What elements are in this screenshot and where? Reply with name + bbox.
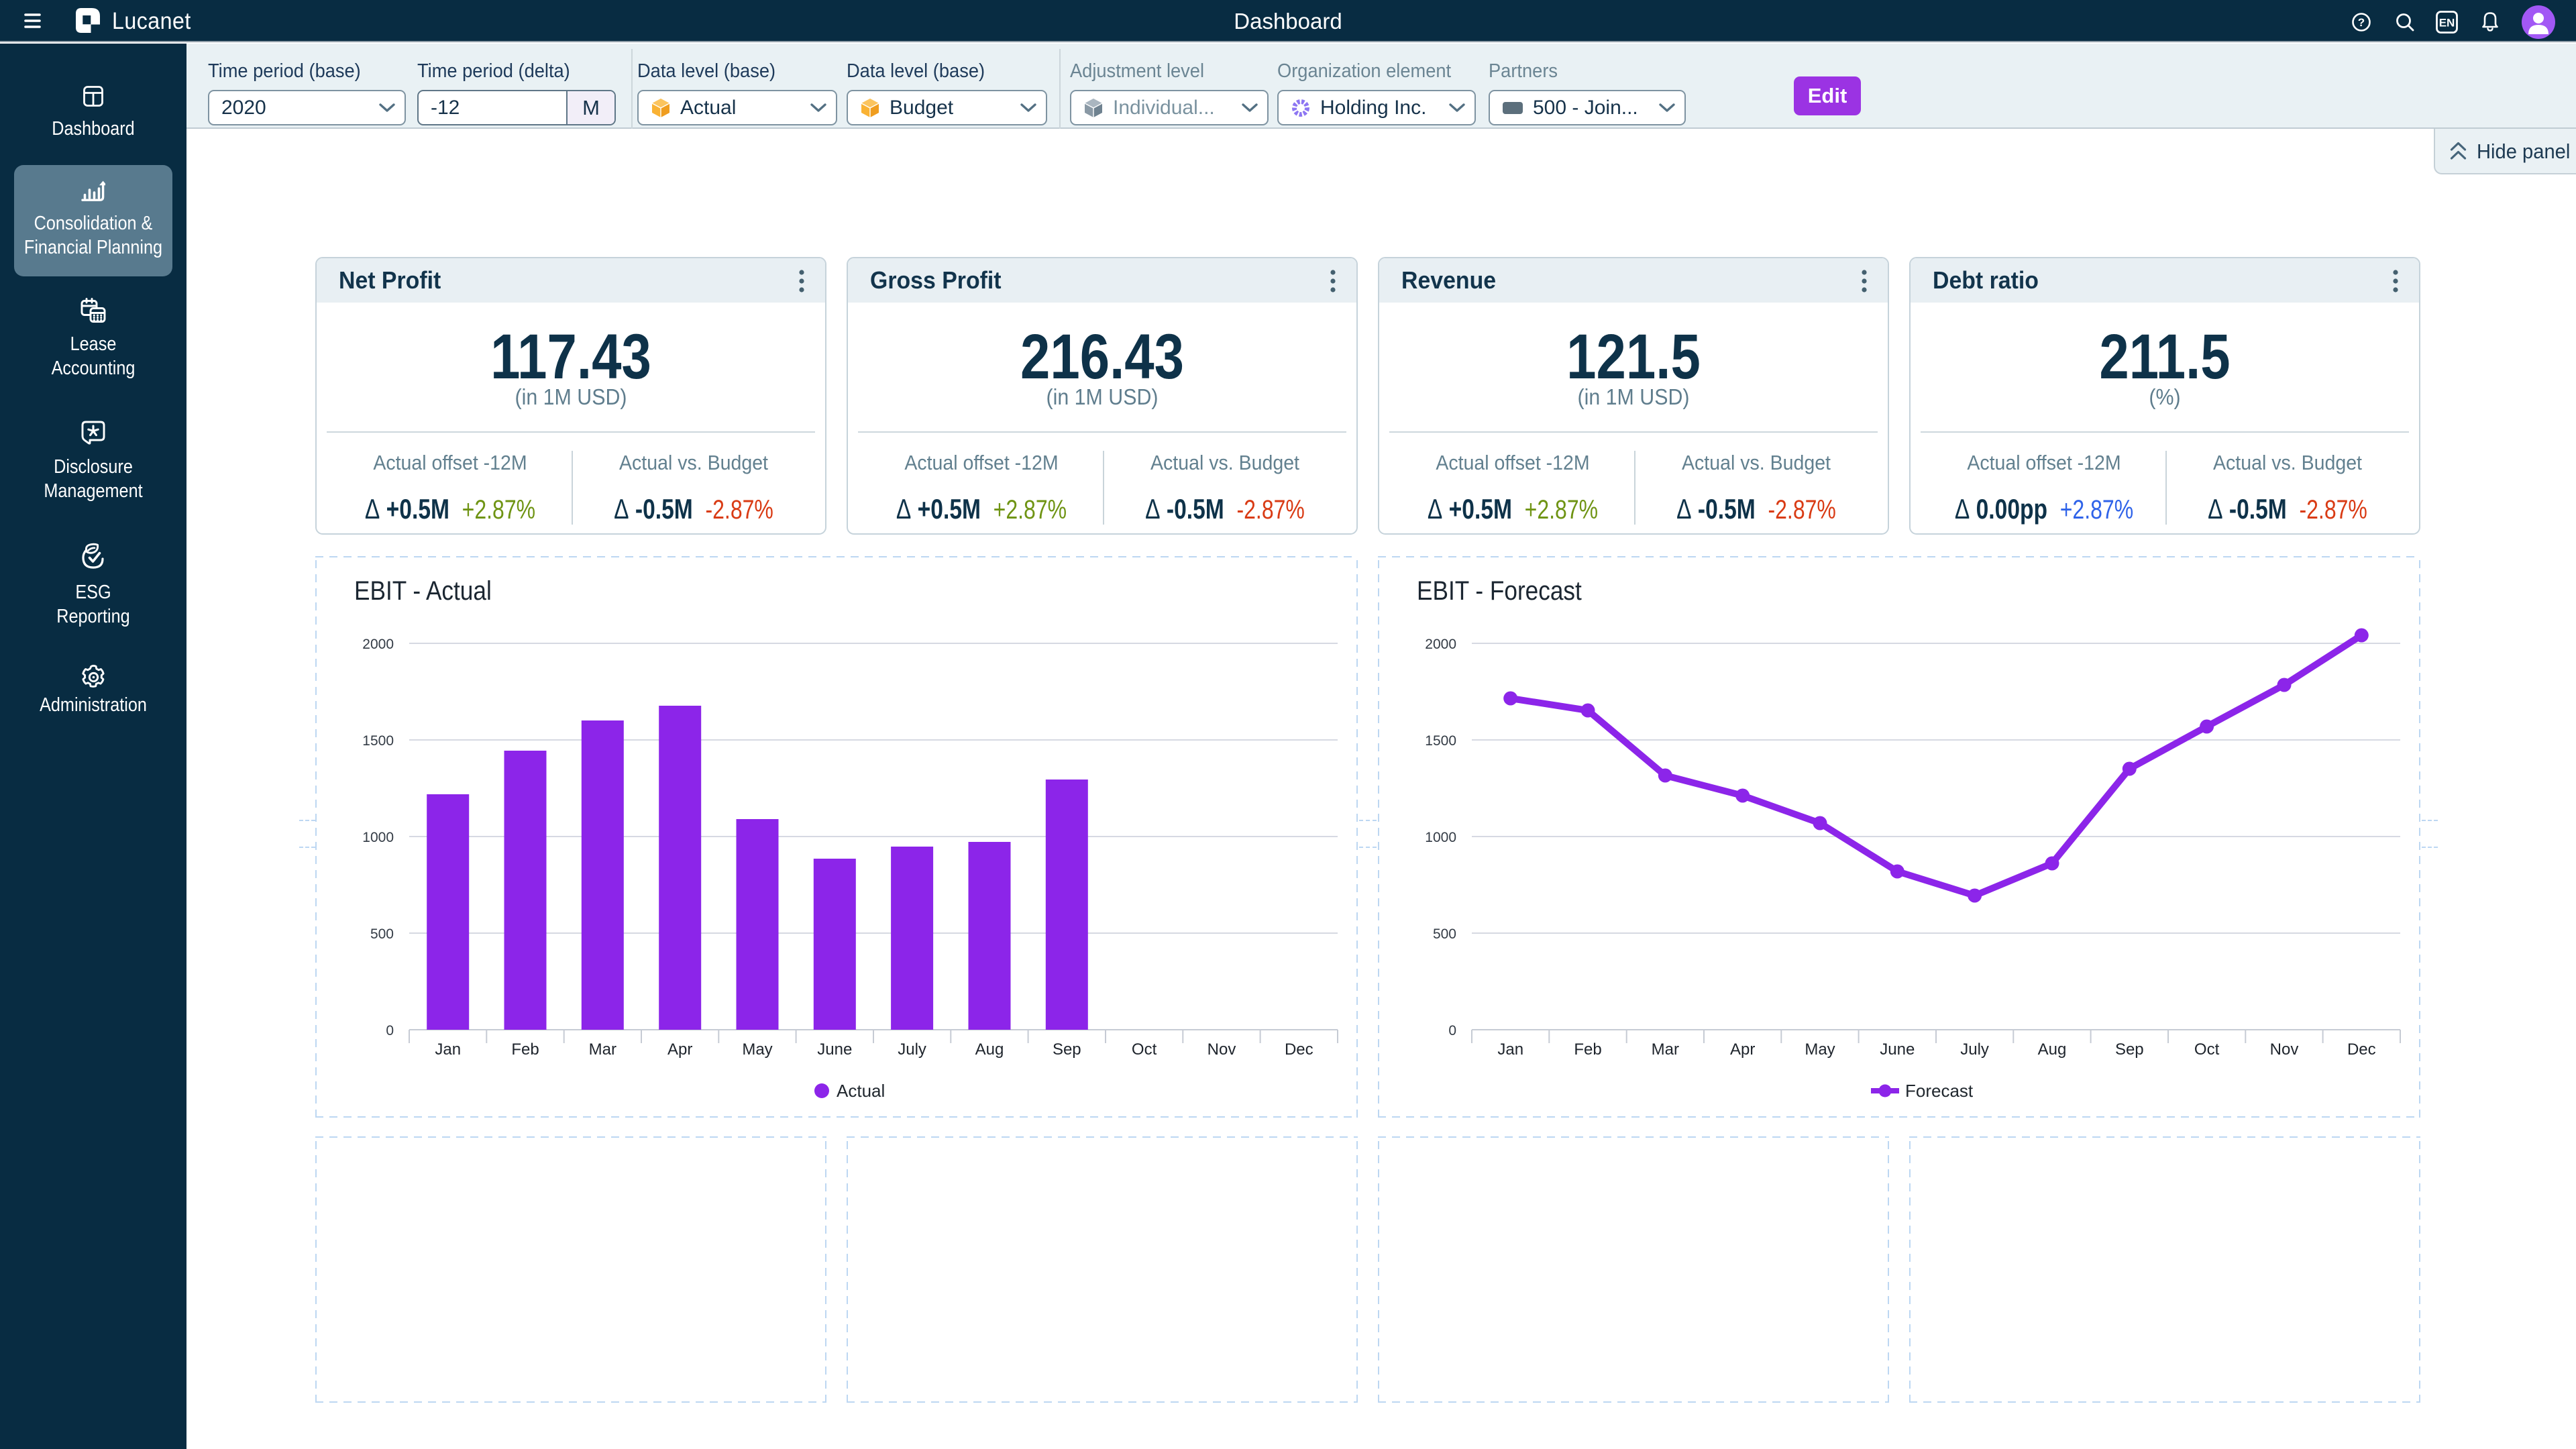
svg-text:2000: 2000 [1425, 637, 1456, 652]
svg-text:Forecast: Forecast [1905, 1081, 1974, 1101]
svg-text:EN: EN [2439, 17, 2455, 30]
svg-text:May: May [1805, 1040, 1835, 1059]
svg-text:Apr: Apr [667, 1040, 692, 1059]
svg-text:Oct: Oct [2194, 1040, 2220, 1059]
svg-text:June: June [1880, 1040, 1915, 1059]
svg-text:Nov: Nov [1208, 1040, 1236, 1059]
svg-text:June: June [817, 1040, 852, 1059]
svg-text:July: July [1960, 1040, 1989, 1059]
svg-text:Sep: Sep [2115, 1040, 2144, 1059]
svg-text:Actual: Actual [837, 1081, 885, 1101]
svg-text:1500: 1500 [1425, 733, 1456, 749]
svg-text:July: July [898, 1040, 926, 1059]
svg-text:Aug: Aug [2038, 1040, 2067, 1059]
svg-text:May: May [742, 1040, 772, 1059]
svg-text:2000: 2000 [362, 637, 394, 652]
svg-text:Feb: Feb [511, 1040, 539, 1059]
svg-text:Aug: Aug [975, 1040, 1004, 1059]
svg-text:500: 500 [370, 926, 394, 942]
svg-text:0: 0 [1448, 1023, 1456, 1038]
svg-text:Sep: Sep [1053, 1040, 1081, 1059]
svg-text:Mar: Mar [1652, 1040, 1679, 1059]
svg-text:1000: 1000 [362, 830, 394, 845]
svg-text:Dec: Dec [2347, 1040, 2376, 1059]
svg-text:Dec: Dec [1285, 1040, 1313, 1059]
svg-text:1000: 1000 [1425, 830, 1456, 845]
svg-text:Oct: Oct [1132, 1040, 1157, 1059]
svg-text:1500: 1500 [362, 733, 394, 749]
svg-text:0: 0 [386, 1023, 394, 1038]
svg-text:Mar: Mar [589, 1040, 616, 1059]
svg-text:Jan: Jan [435, 1040, 461, 1059]
svg-text:500: 500 [1433, 926, 1456, 942]
svg-text:Jan: Jan [1497, 1040, 1523, 1059]
svg-text:Nov: Nov [2270, 1040, 2299, 1059]
svg-text:?: ? [2358, 16, 2365, 29]
svg-text:Apr: Apr [1730, 1040, 1755, 1059]
svg-text:Feb: Feb [1574, 1040, 1601, 1059]
